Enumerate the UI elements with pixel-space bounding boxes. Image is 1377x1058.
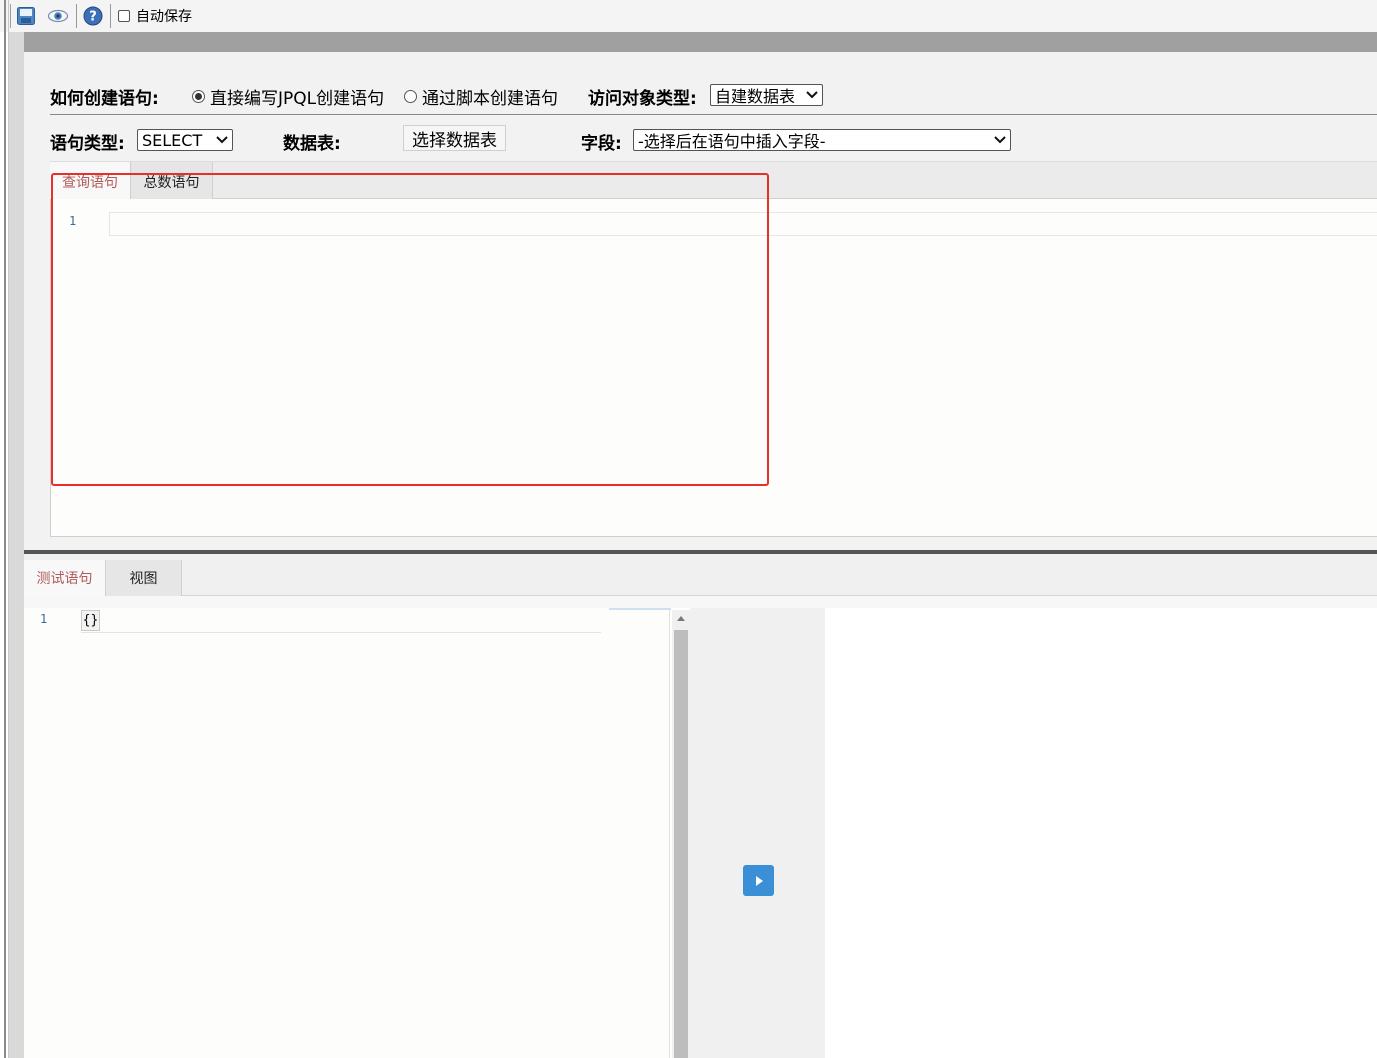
editor-edge-marker — [609, 608, 671, 610]
chevron-down-icon — [994, 136, 1006, 144]
field-select[interactable]: -选择后在语句中插入字段- — [633, 129, 1011, 151]
line-number: 1 — [40, 612, 48, 626]
scroll-thumb[interactable] — [674, 630, 688, 1058]
tab-view[interactable]: 视图 — [106, 560, 182, 596]
preview-eye-icon[interactable] — [47, 6, 69, 26]
radio-direct-jpql-label: 直接编写JPQL创建语句 — [210, 89, 385, 109]
header-band — [9, 32, 1377, 52]
toolbar-separator — [76, 4, 77, 28]
radio-script-label: 通过脚本创建语句 — [422, 89, 558, 109]
autosave-label: 自动保存 — [136, 9, 192, 25]
field-select-value: -选择后在语句中插入字段- — [638, 132, 826, 151]
toolbar: ? 自动保存 — [0, 0, 1377, 32]
access-type-select[interactable]: 自建数据表 — [710, 84, 823, 106]
test-tabs: 测试语句 视图 — [24, 554, 1377, 596]
access-type-value: 自建数据表 — [715, 87, 796, 106]
data-table-label: 数据表: — [283, 134, 341, 154]
scrollbar[interactable] — [672, 610, 690, 1058]
chevron-down-icon — [216, 136, 228, 144]
test-result-area — [825, 608, 1377, 1058]
select-data-table-button[interactable]: 选择数据表 — [403, 125, 506, 151]
toolbar-separator — [10, 4, 11, 28]
how-create-label: 如何创建语句: — [50, 89, 159, 109]
radio-direct-jpql[interactable]: 直接编写JPQL创建语句 — [192, 84, 384, 109]
help-icon[interactable]: ? — [83, 6, 103, 26]
test-params-editor[interactable]: 1 {} — [24, 608, 670, 1058]
highlight-annotation-box — [51, 173, 769, 486]
divider-line — [50, 114, 1377, 115]
field-label: 字段: — [581, 134, 622, 154]
tab-test-statement[interactable]: 测试语句 — [24, 560, 106, 596]
statement-type-label: 语句类型: — [50, 134, 125, 154]
chevron-down-icon — [806, 91, 818, 99]
autosave-option[interactable]: 自动保存 — [118, 5, 192, 27]
toolbar-separator — [110, 4, 111, 28]
play-icon — [755, 875, 763, 886]
scroll-up-arrow-icon[interactable] — [677, 616, 685, 621]
frame-left-margin — [9, 32, 24, 1058]
active-line[interactable] — [81, 609, 601, 633]
radio-button[interactable] — [404, 90, 417, 103]
radio-script[interactable]: 通过脚本创建语句 — [404, 84, 558, 109]
radio-button-selected[interactable] — [192, 90, 205, 103]
statement-type-select[interactable]: SELECT — [137, 129, 233, 151]
statement-type-value: SELECT — [142, 130, 203, 150]
run-test-button[interactable] — [743, 865, 774, 896]
autosave-checkbox[interactable] — [118, 10, 130, 22]
access-type-label: 访问对象类型: — [588, 89, 697, 109]
editor-content: {} — [81, 610, 100, 631]
test-panel-top-strip — [24, 596, 1377, 608]
run-column — [690, 608, 825, 1058]
window-left-border — [4, 0, 6, 1058]
svg-text:?: ? — [89, 10, 97, 25]
save-icon[interactable] — [16, 6, 36, 26]
